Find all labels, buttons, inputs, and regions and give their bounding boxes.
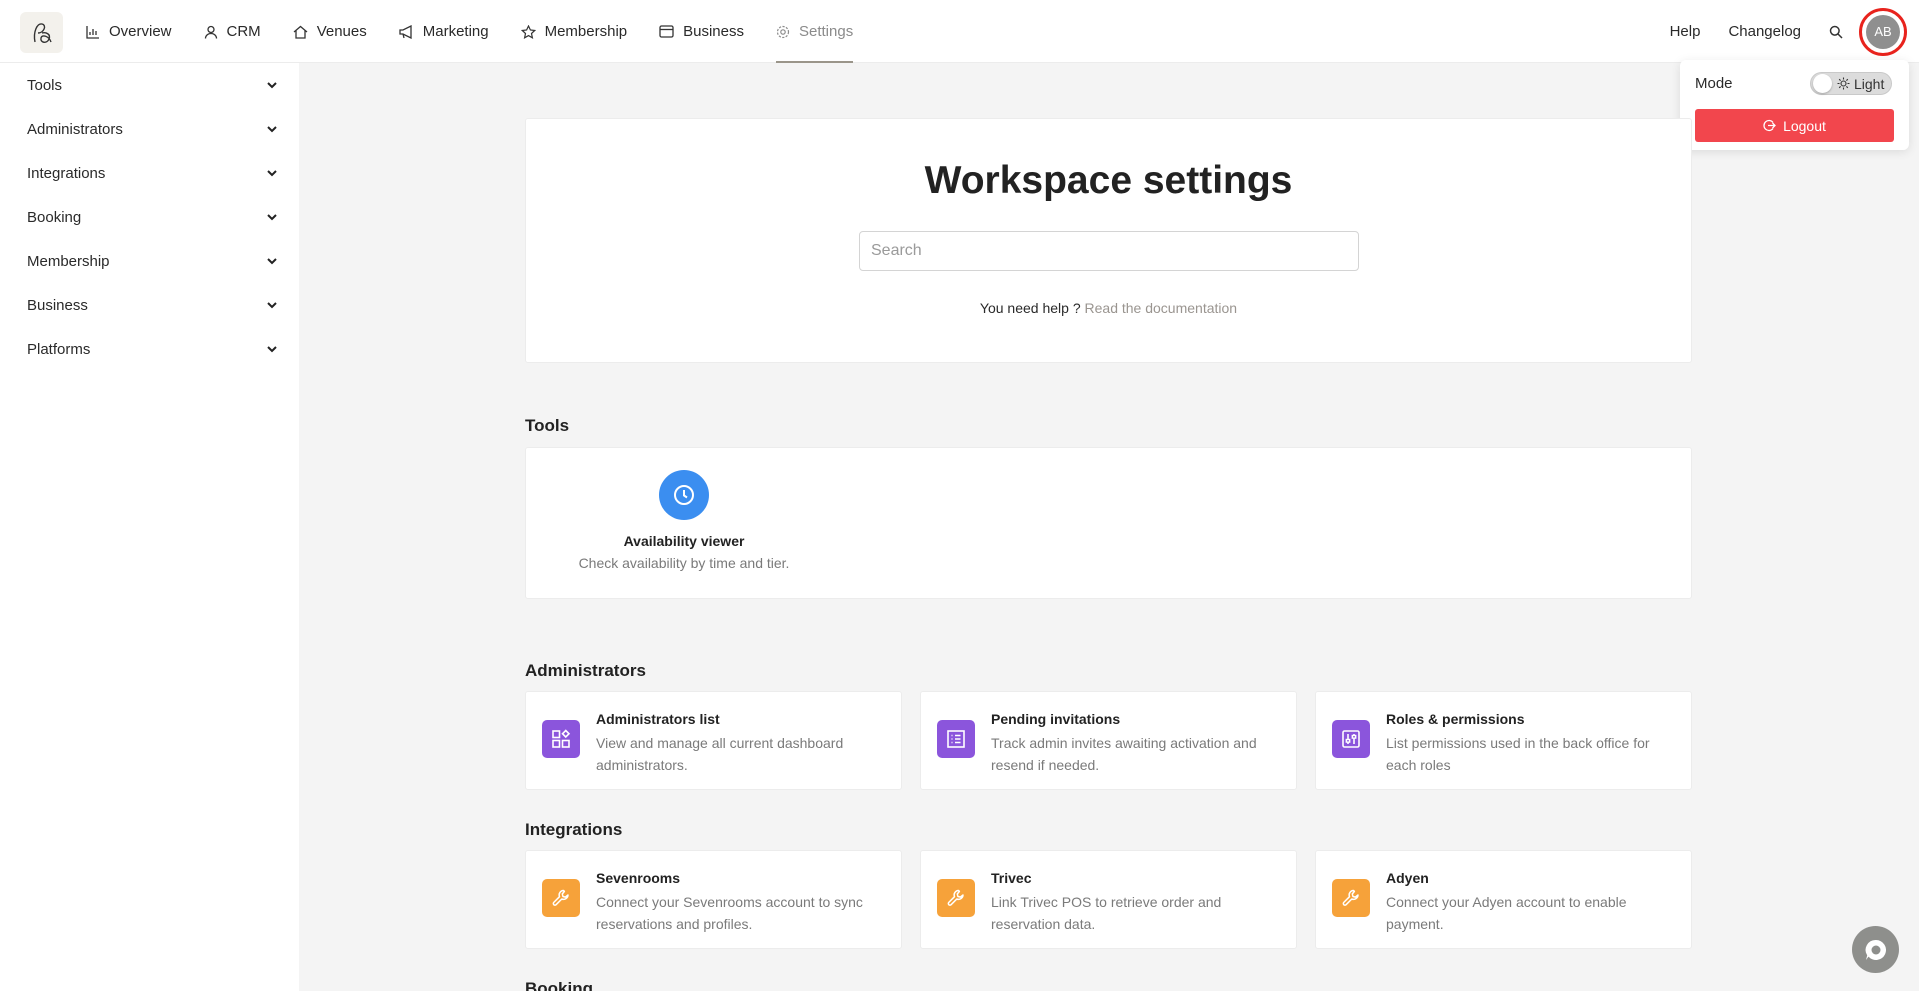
sidebar-item-label: Platforms xyxy=(27,340,91,358)
section-title-integrations: Integrations xyxy=(525,820,623,839)
avatar-button[interactable]: AB xyxy=(1859,7,1907,56)
sidebar-item-booking[interactable]: Booking xyxy=(0,195,299,239)
sidebar-item-label: Tools xyxy=(27,76,63,94)
tile-description: Connect your Adyen account to enable pay… xyxy=(1386,894,1627,932)
page-title: Workspace settings xyxy=(924,159,1293,202)
chat-icon xyxy=(1865,939,1886,960)
tool-description: Check availability by time and tier. xyxy=(578,555,790,571)
tile-title: Sevenrooms xyxy=(596,870,681,886)
sidebar-item-label: Booking xyxy=(27,208,82,226)
sidebar-item-tools[interactable]: Tools xyxy=(0,63,299,107)
documentation-link[interactable]: Read the documentation xyxy=(1085,300,1238,316)
tile-description: Track admin invites awaiting activation … xyxy=(991,735,1257,773)
section-title-administrators: Administrators xyxy=(525,661,646,680)
settings-hero-card: Workspace settings You need help ? Read … xyxy=(525,118,1692,363)
tile-title: Roles & permissions xyxy=(1386,711,1525,727)
nav-business[interactable]: Business xyxy=(659,0,744,63)
clock-icon xyxy=(659,470,709,520)
sliders-icon xyxy=(1332,720,1370,758)
star-icon xyxy=(520,24,536,39)
search-icon xyxy=(1829,25,1843,39)
nav-overview[interactable]: Overview xyxy=(86,0,172,63)
sidebar-item-business[interactable]: Business xyxy=(0,283,299,327)
wrench-icon xyxy=(1332,879,1370,917)
megaphone-icon xyxy=(399,24,412,39)
nav-label: Venues xyxy=(316,23,367,40)
gear-icon xyxy=(776,25,790,38)
pending-invitations-tile[interactable]: Pending invitations Track admin invites … xyxy=(920,691,1297,790)
changelog-link[interactable]: Changelog xyxy=(1728,23,1801,40)
roles-permissions-tile[interactable]: Roles & permissions List permissions use… xyxy=(1315,691,1692,790)
wrench-icon xyxy=(937,879,975,917)
list-icon xyxy=(937,720,975,758)
nav-label: Settings xyxy=(799,23,854,40)
availability-viewer-tool[interactable]: Availability viewer Check availability b… xyxy=(574,470,794,571)
chevron-down-icon xyxy=(267,125,277,132)
wrench-icon xyxy=(542,879,580,917)
nav-venues[interactable]: Venues xyxy=(293,0,367,63)
sidebar-item-membership[interactable]: Membership xyxy=(0,239,299,283)
chevron-down-icon xyxy=(267,213,277,220)
home-icon xyxy=(293,25,308,39)
sevenrooms-tile[interactable]: Sevenrooms Connect your Sevenrooms accou… xyxy=(525,850,902,949)
main-nav: Overview CRM Venues Marketing Membership… xyxy=(86,0,885,63)
tile-title: Pending invitations xyxy=(991,711,1121,727)
sidebar-item-platforms[interactable]: Platforms xyxy=(0,327,299,371)
adyen-tile[interactable]: Adyen Connect your Adyen account to enab… xyxy=(1315,850,1692,949)
grid-icon xyxy=(542,720,580,758)
tile-description: Link Trivec POS to retrieve order and re… xyxy=(991,894,1222,932)
nav-label: Overview xyxy=(109,23,172,40)
nav-crm[interactable]: CRM xyxy=(204,0,261,63)
nav-marketing[interactable]: Marketing xyxy=(399,0,489,63)
sidebar-item-administrators[interactable]: Administrators xyxy=(0,107,299,151)
tile-title: Administrators list xyxy=(596,711,720,727)
chevron-down-icon xyxy=(267,169,277,176)
tile-title: Adyen xyxy=(1386,870,1429,886)
avatar: AB xyxy=(1866,14,1900,49)
section-title-tools: Tools xyxy=(525,416,570,435)
chevron-down-icon xyxy=(267,301,277,308)
chart-icon xyxy=(86,25,99,39)
tools-card: Availability viewer Check availability b… xyxy=(525,447,1692,599)
user-icon xyxy=(204,25,217,39)
main-content: Workspace settings You need help ? Read … xyxy=(299,63,1919,991)
chevron-down-icon xyxy=(267,81,277,88)
chevron-down-icon xyxy=(267,257,277,264)
nav-settings[interactable]: Settings xyxy=(776,0,854,63)
nav-label: Business xyxy=(683,23,744,40)
tool-title: Availability viewer xyxy=(623,533,745,549)
settings-search-input[interactable] xyxy=(859,231,1359,271)
chevron-down-icon xyxy=(267,345,277,352)
sidebar-item-label: Administrators xyxy=(27,120,123,138)
help-link[interactable]: Help xyxy=(1670,23,1701,40)
tile-description: View and manage all current dashboard ad… xyxy=(596,735,844,773)
chat-support-button[interactable] xyxy=(1852,926,1899,973)
section-title-booking: Booking xyxy=(525,979,593,991)
tile-description: Connect your Sevenrooms account to sync … xyxy=(596,894,863,932)
top-navbar: Overview CRM Venues Marketing Membership… xyxy=(0,0,1919,63)
sidebar-item-integrations[interactable]: Integrations xyxy=(0,151,299,195)
nav-membership[interactable]: Membership xyxy=(520,0,628,63)
search-button[interactable] xyxy=(1829,25,1843,39)
nav-label: Membership xyxy=(544,23,628,40)
sidebar-item-label: Integrations xyxy=(27,164,106,182)
wallet-icon xyxy=(659,25,674,38)
nav-label: Marketing xyxy=(422,23,489,40)
brand-logo[interactable] xyxy=(20,12,63,53)
nav-label: CRM xyxy=(226,23,261,40)
tile-title: Trivec xyxy=(991,870,1032,886)
sidebar-item-label: Business xyxy=(27,296,88,314)
top-right-actions: Help Changelog AB xyxy=(1670,0,1919,63)
sidebar-item-label: Membership xyxy=(27,252,110,270)
logo-icon xyxy=(33,22,52,43)
administrators-list-tile[interactable]: Administrators list View and manage all … xyxy=(525,691,902,790)
help-question: You need help ? xyxy=(979,300,1081,316)
help-text: You need help ? Read the documentation xyxy=(526,300,1691,316)
trivec-tile[interactable]: Trivec Link Trivec POS to retrieve order… xyxy=(920,850,1297,949)
settings-sidebar: Tools Administrators Integrations Bookin… xyxy=(0,63,299,991)
tile-description: List permissions used in the back office… xyxy=(1386,735,1650,773)
